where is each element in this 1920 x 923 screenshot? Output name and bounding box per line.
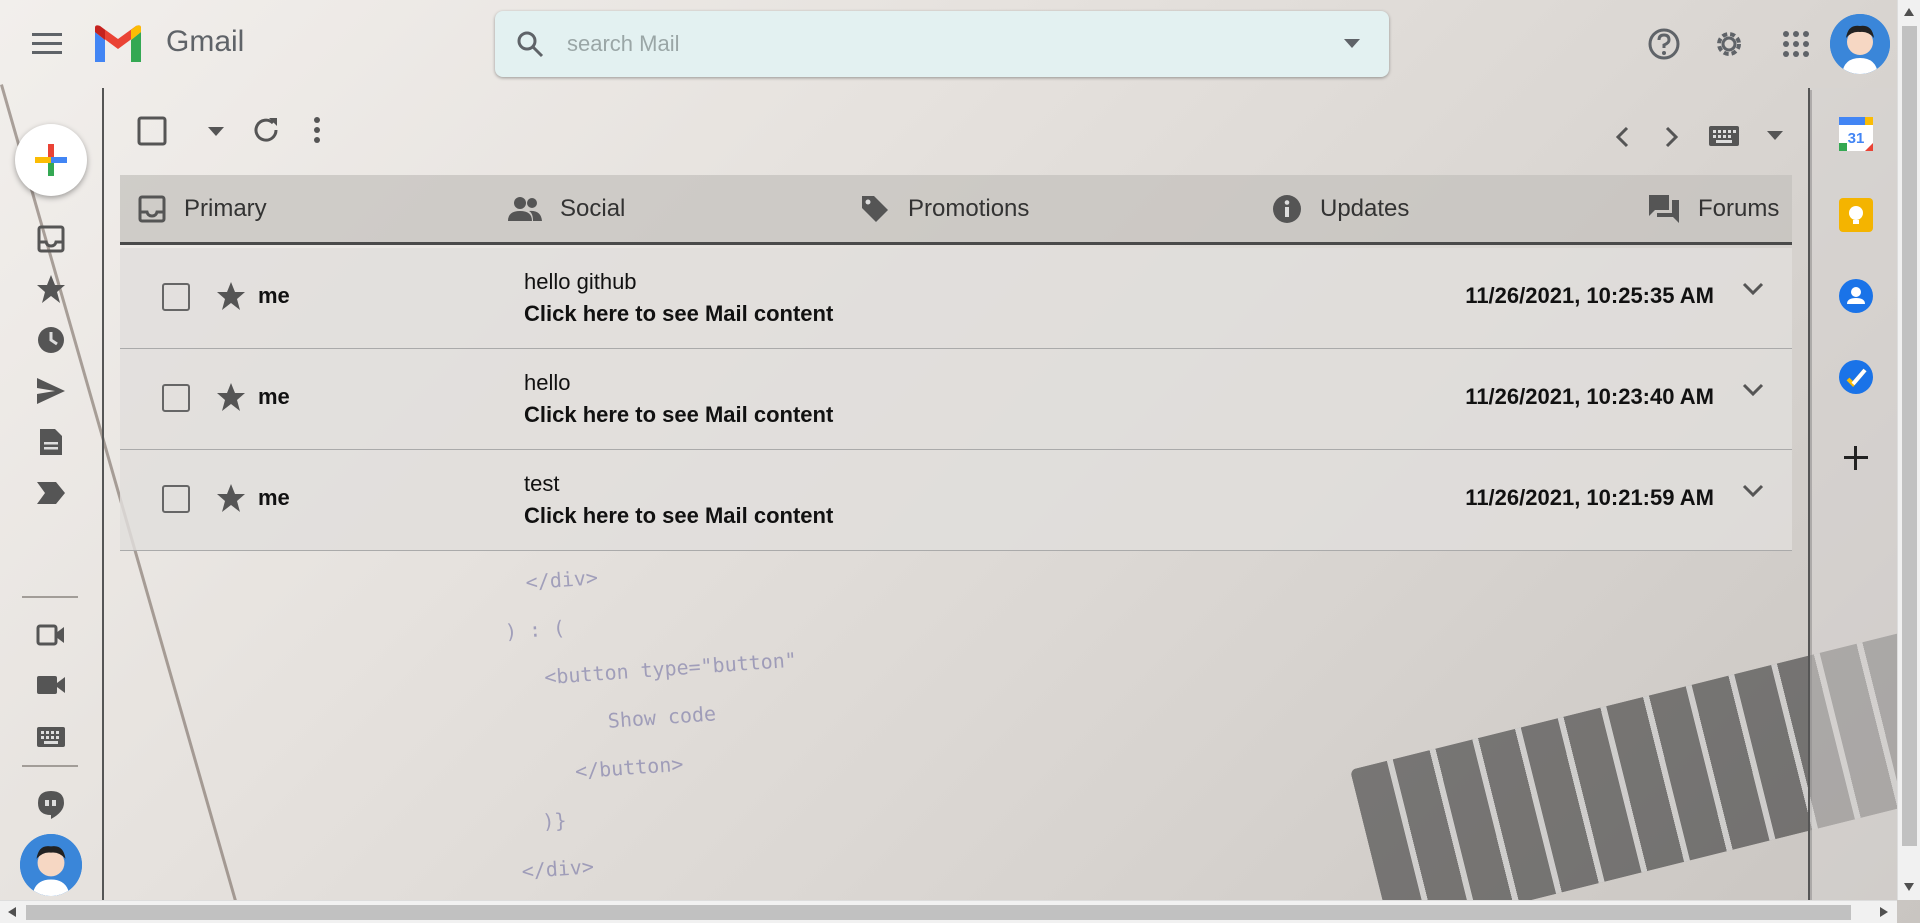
select-all-checkbox[interactable] [135, 114, 169, 148]
tab-forums[interactable]: Forums [1648, 175, 1779, 242]
horizontal-scrollbar[interactable] [0, 900, 1897, 923]
vertical-scrollbar[interactable] [1897, 0, 1920, 900]
account-avatar[interactable] [1830, 14, 1890, 74]
main-panel-left-border [102, 88, 104, 900]
email-date: 11/26/2021, 10:23:40 AM [1465, 384, 1714, 409]
email-list: me hello github Click here to see Mail c… [120, 248, 1792, 551]
info-icon [1273, 194, 1301, 223]
email-sender: me [258, 485, 290, 510]
background-code: </div> ) : ( <button type="button" Show … [500, 565, 798, 884]
select-dropdown-icon[interactable] [204, 120, 228, 144]
main-menu-icon[interactable] [26, 26, 68, 62]
tab-social-label: Social [560, 194, 626, 222]
tab-promotions[interactable]: Promotions [860, 175, 1029, 242]
hangouts-avatar[interactable] [20, 834, 82, 896]
forum-icon [1649, 194, 1679, 223]
meet-join-video-icon[interactable] [34, 668, 68, 702]
refresh-icon[interactable] [249, 113, 283, 147]
people-icon [508, 196, 542, 221]
drafts-icon[interactable] [34, 425, 68, 459]
input-tools-dropdown-icon[interactable] [1763, 126, 1787, 146]
hangouts-chat-icon[interactable] [34, 788, 68, 822]
search-input[interactable] [567, 25, 1267, 63]
apps-grid-icon[interactable] [1776, 24, 1816, 64]
tab-promotions-label: Promotions [908, 194, 1030, 222]
email-snippet-link[interactable]: Click here to see Mail content [524, 402, 833, 428]
settings-gear-icon[interactable] [1709, 24, 1749, 64]
scroll-right-arrow-icon[interactable] [1880, 907, 1888, 917]
contacts-icon[interactable] [1836, 276, 1876, 316]
search-bar [495, 11, 1389, 77]
email-sender: me [258, 384, 290, 409]
star-icon[interactable] [216, 483, 246, 513]
calendar-day: 31 [1848, 130, 1865, 147]
search-icon[interactable] [513, 27, 547, 61]
app-name: Gmail [166, 25, 245, 58]
email-snippet-link[interactable]: Click here to see Mail content [524, 503, 833, 529]
tab-updates-label: Updates [1320, 194, 1410, 222]
previous-page-icon[interactable] [1607, 120, 1637, 154]
sent-icon[interactable] [34, 374, 68, 408]
email-select-checkbox[interactable] [162, 384, 190, 412]
meet-new-meeting-icon[interactable] [34, 618, 68, 652]
scroll-left-arrow-icon[interactable] [8, 907, 16, 917]
email-snippet-link[interactable]: Click here to see Mail content [524, 301, 833, 327]
next-page-icon[interactable] [1657, 120, 1687, 154]
keep-notes-icon[interactable] [1836, 195, 1876, 235]
tasks-icon[interactable] [1836, 357, 1876, 397]
chevron-down-icon[interactable] [1742, 383, 1764, 397]
chevron-down-icon[interactable] [1742, 484, 1764, 498]
scroll-down-arrow-icon[interactable] [1904, 883, 1914, 891]
tab-updates[interactable]: Updates [1272, 175, 1409, 242]
more-options-icon[interactable] [302, 113, 332, 147]
keyboard-icon[interactable] [34, 720, 68, 754]
tab-primary-label: Primary [184, 194, 267, 222]
email-subject: hello [524, 370, 571, 395]
input-tools-keyboard-icon[interactable] [1706, 121, 1742, 151]
star-icon[interactable] [216, 281, 246, 311]
email-subject: test [524, 471, 560, 496]
compose-button[interactable] [15, 124, 87, 196]
snoozed-clock-icon[interactable] [34, 323, 68, 357]
email-row[interactable]: me test Click here to see Mail content 1… [120, 450, 1792, 551]
horizontal-scroll-thumb[interactable] [26, 905, 1851, 920]
email-subject: hello github [524, 269, 637, 294]
category-tabs: Primary Social Promotions Updates Forums [120, 175, 1792, 245]
vertical-scroll-thumb[interactable] [1902, 26, 1917, 846]
email-sender: me [258, 283, 290, 308]
email-select-checkbox[interactable] [162, 283, 190, 311]
tag-icon [862, 195, 888, 222]
nav-divider-2 [22, 765, 78, 767]
nav-divider [22, 596, 78, 598]
inbox-icon [138, 195, 166, 222]
email-row[interactable]: me hello github Click here to see Mail c… [120, 248, 1792, 349]
help-icon[interactable] [1644, 24, 1684, 64]
search-options-icon[interactable] [1339, 31, 1365, 57]
add-addon-plus-icon[interactable] [1836, 438, 1876, 478]
scroll-up-arrow-icon[interactable] [1904, 8, 1914, 16]
tab-forums-label: Forums [1698, 194, 1780, 222]
chevron-down-icon[interactable] [1742, 282, 1764, 296]
tab-social[interactable]: Social [508, 175, 625, 242]
star-icon[interactable] [216, 382, 246, 412]
email-date: 11/26/2021, 10:21:59 AM [1465, 485, 1714, 510]
top-bar: Gmail [0, 0, 1900, 88]
starred-icon[interactable] [34, 272, 68, 306]
inbox-icon[interactable] [34, 222, 68, 256]
email-date: 11/26/2021, 10:25:35 AM [1465, 283, 1714, 308]
tab-primary[interactable]: Primary [138, 175, 267, 242]
calendar-icon[interactable]: 31 [1836, 114, 1876, 154]
email-select-checkbox[interactable] [162, 485, 190, 513]
labels-icon[interactable] [34, 476, 68, 510]
email-row[interactable]: me hello Click here to see Mail content … [120, 349, 1792, 450]
gmail-logo-icon[interactable] [90, 22, 146, 66]
